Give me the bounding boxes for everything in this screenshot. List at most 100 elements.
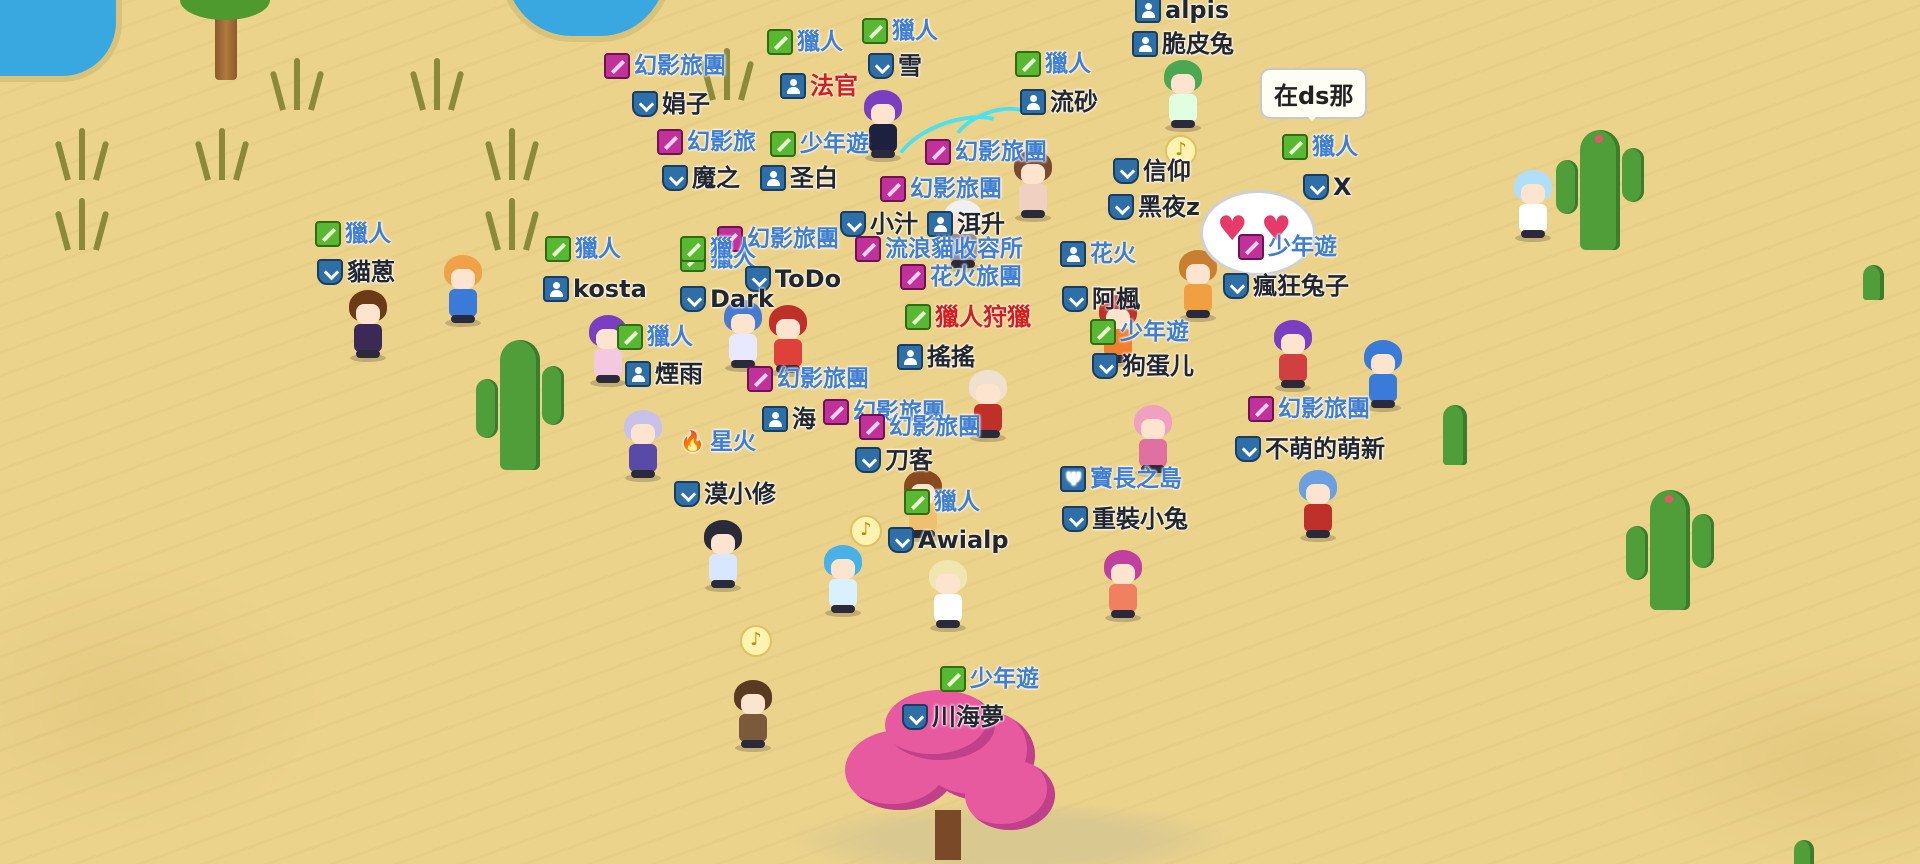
player-tag-text: 獵人	[892, 18, 938, 44]
sword-icon	[904, 489, 930, 515]
player-character[interactable]	[345, 290, 391, 360]
shield-icon	[902, 704, 928, 730]
player-tag-t14[interactable]: 洱升	[927, 210, 1005, 238]
player-tag-t12[interactable]: 幻影旅團	[880, 175, 1002, 203]
player-tag-t19[interactable]: 獵人	[1015, 50, 1091, 78]
player-tag-t8[interactable]: 少年遊	[770, 130, 869, 158]
player-tag-t35[interactable]: 花火旅團	[900, 263, 1022, 291]
player-tag-text: 獵人	[345, 221, 391, 247]
player-tag-text: 娟子	[662, 90, 710, 118]
sword-icon	[545, 236, 571, 262]
player-tag-t27[interactable]: 貓蒽	[317, 258, 395, 286]
player-tag-t21[interactable]: 脆皮兔	[1132, 30, 1234, 58]
person-icon	[780, 73, 806, 99]
player-tag-t33[interactable]: 煙雨	[625, 360, 703, 388]
player-tag-t23[interactable]: 黑夜z	[1108, 193, 1200, 221]
player-tag-text: 幻影旅團	[777, 366, 869, 392]
player-character[interactable]	[1100, 550, 1146, 620]
player-tag-t52[interactable]: 寶長之島	[1060, 465, 1182, 494]
player-tag-t3[interactable]: 雪	[868, 52, 922, 80]
player-tag-t30[interactable]: 獵人	[680, 235, 756, 263]
player-character[interactable]	[440, 255, 486, 325]
sword-icon	[1090, 319, 1116, 345]
player-character[interactable]	[1270, 320, 1316, 390]
player-tag-t18[interactable]: 流浪貓收容所	[855, 235, 1023, 263]
player-tag-t20[interactable]: 流砂	[1020, 88, 1098, 116]
player-character[interactable]	[700, 520, 746, 590]
player-character[interactable]	[730, 680, 776, 750]
player-tag-text: 脆皮兔	[1162, 30, 1234, 58]
player-tag-t29[interactable]: kosta	[543, 275, 647, 303]
shield-icon	[840, 211, 866, 237]
player-tag-t58[interactable]: alpis	[1135, 0, 1229, 24]
player-tag-t1[interactable]: 獵人	[767, 28, 843, 56]
player-character[interactable]	[1160, 60, 1206, 130]
player-tag-t28[interactable]: 獵人	[545, 235, 621, 263]
player-tag-t25[interactable]: X	[1303, 173, 1352, 201]
player-tag-t32[interactable]: 獵人	[617, 323, 693, 351]
player-tag-t57[interactable]: 川海夢	[902, 703, 1004, 731]
player-tag-t9[interactable]: 魔之	[662, 164, 740, 192]
player-tag-t46[interactable]: 幻影旅團	[859, 413, 981, 441]
shield-icon	[662, 165, 688, 191]
player-tag-t11[interactable]: 幻影旅團	[925, 138, 1047, 166]
player-tag-t36[interactable]: 獵人狩獵	[905, 303, 1031, 331]
player-tag-text: 信仰	[1143, 157, 1191, 185]
person-icon	[625, 361, 651, 387]
player-tag-t51[interactable]: 不萌的萌新	[1235, 435, 1385, 463]
player-tag-text: 獵人	[1045, 51, 1091, 77]
sword-icon	[680, 236, 706, 262]
player-tag-t38[interactable]: 花火	[1060, 240, 1136, 268]
person-icon	[1135, 0, 1161, 23]
player-tag-t7[interactable]: 幻影旅	[657, 128, 756, 156]
player-character[interactable]	[1510, 170, 1556, 240]
player-tag-t55[interactable]: Awialp	[888, 526, 1009, 554]
player-tag-t24[interactable]: 獵人	[1282, 133, 1358, 161]
dry-grass	[484, 190, 545, 251]
player-character[interactable]	[1295, 470, 1341, 540]
player-tag-t54[interactable]: 獵人	[904, 488, 980, 516]
shield-icon	[1062, 286, 1088, 312]
player-tag-t13[interactable]: 小汁	[840, 210, 918, 238]
player-tag-text: 幻影旅	[687, 129, 756, 155]
player-character[interactable]	[620, 410, 666, 480]
player-tag-t53[interactable]: 重裝小兔	[1062, 505, 1188, 533]
sword-icon	[905, 304, 931, 330]
player-tag-t42[interactable]: 少年遊	[1238, 233, 1337, 261]
person-icon	[927, 211, 953, 237]
player-tag-t56[interactable]: 少年遊	[940, 665, 1039, 693]
player-tag-t39[interactable]: 阿楓	[1062, 285, 1140, 313]
player-tag-t22[interactable]: 信仰	[1113, 157, 1191, 185]
player-tag-t10[interactable]: 圣白	[760, 164, 838, 192]
player-character[interactable]	[925, 560, 971, 630]
player-tag-t47[interactable]: 刀客	[855, 446, 933, 474]
player-tag-t6[interactable]: 法官	[780, 72, 858, 100]
dry-grass	[54, 120, 115, 181]
player-tag-text: 煙雨	[655, 360, 703, 388]
player-tag-t48[interactable]: 星火	[680, 427, 756, 456]
sword-icon	[315, 221, 341, 247]
player-tag-t34[interactable]: 幻影旅團	[747, 365, 869, 393]
dry-grass	[409, 50, 470, 111]
player-character[interactable]	[820, 545, 866, 615]
player-tag-t40[interactable]: 少年遊	[1090, 318, 1189, 346]
player-tag-t5[interactable]: 娟子	[632, 90, 710, 118]
player-tag-t50[interactable]: 幻影旅團	[1248, 395, 1370, 423]
player-tag-text: 幻影旅團	[889, 414, 981, 440]
player-tag-t26[interactable]: 獵人	[315, 220, 391, 248]
person-icon	[897, 344, 923, 370]
player-tag-t41[interactable]: 狗蛋儿	[1092, 352, 1194, 380]
game-world[interactable]: ♥ ♥ ♪ ♪ ♪ 在ds那 獵人 獵人雪幻影旅團 娟子 法官 幻影旅 少年遊 魔之 圣白 幻影旅…	[0, 0, 1920, 864]
player-tag-text: Awialp	[918, 526, 1009, 554]
chat-bubble: 在ds那	[1260, 68, 1368, 121]
player-tag-text: 搖搖	[927, 343, 975, 371]
dry-grass	[269, 50, 330, 111]
player-tag-t31[interactable]: Dark	[680, 285, 774, 313]
player-tag-t44[interactable]: 海	[762, 405, 816, 433]
player-tag-t37[interactable]: 搖搖	[897, 343, 975, 371]
player-tag-t43[interactable]: 瘋狂兔子	[1223, 272, 1349, 300]
person-icon	[1132, 31, 1158, 57]
player-tag-t49[interactable]: 漠小修	[674, 480, 776, 508]
player-tag-t2[interactable]: 獵人	[862, 17, 938, 45]
player-tag-t4[interactable]: 幻影旅團	[604, 52, 726, 80]
